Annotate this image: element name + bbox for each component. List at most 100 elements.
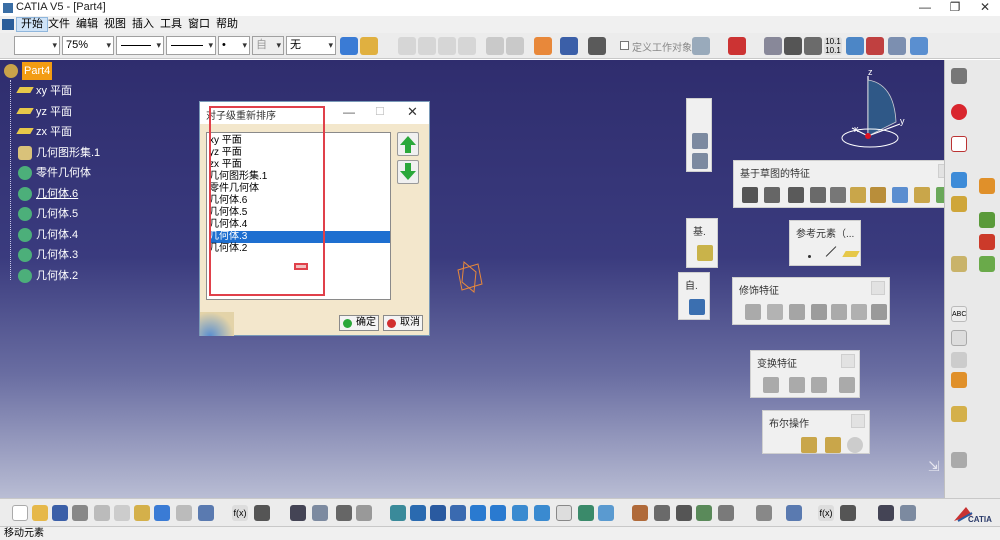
measure-between-icon[interactable] (951, 172, 967, 188)
restore-button[interactable]: ❐ (940, 0, 970, 16)
whats-this-icon[interactable] (198, 505, 214, 521)
erase-icon[interactable] (458, 37, 476, 55)
line-type-combo[interactable]: ▾ (116, 36, 164, 55)
undo-arc-icon[interactable] (418, 37, 436, 55)
env-icon[interactable] (696, 505, 712, 521)
hole-icon[interactable] (830, 187, 846, 203)
help-icon[interactable] (556, 505, 572, 521)
shell-icon[interactable] (811, 304, 827, 320)
pdf-icon[interactable] (951, 136, 967, 152)
slot-icon[interactable] (870, 187, 886, 203)
pad-icon[interactable] (742, 187, 758, 203)
comment-icon[interactable] (254, 505, 270, 521)
fit-all-icon[interactable] (410, 505, 426, 521)
zoom-combo[interactable]: 75% ▾ (62, 36, 114, 55)
part-design-icon[interactable] (534, 37, 552, 55)
move-down-button[interactable] (397, 160, 419, 184)
redo-icon[interactable] (176, 505, 192, 521)
copy-icon[interactable] (114, 505, 130, 521)
table-b-icon[interactable] (878, 505, 894, 521)
wrench-icon[interactable] (951, 452, 967, 468)
compass-icon[interactable]: z y x (838, 66, 918, 156)
translation-icon[interactable] (763, 377, 779, 393)
tree-icon[interactable] (312, 505, 328, 521)
pocket-icon[interactable] (764, 187, 780, 203)
fly-icon[interactable] (390, 505, 406, 521)
catalog-icon[interactable] (560, 37, 578, 55)
panel-close-button[interactable] (871, 281, 885, 295)
swap-icon[interactable] (598, 505, 614, 521)
scaling-icon[interactable] (839, 377, 855, 393)
formula-icon[interactable]: f(x) (232, 505, 248, 521)
minimize-button[interactable]: — (910, 0, 940, 16)
cancel-button[interactable]: 取消 (383, 315, 423, 331)
chamfer-icon[interactable] (767, 304, 783, 320)
text-icon[interactable] (356, 505, 372, 521)
thickness-icon[interactable] (831, 304, 847, 320)
stiffener-icon[interactable] (892, 187, 908, 203)
groove-icon[interactable] (810, 187, 826, 203)
draft-icon[interactable] (789, 304, 805, 320)
dialog-close-button[interactable]: ✕ (407, 104, 418, 120)
move-up-button[interactable] (397, 132, 419, 156)
undo-icon[interactable] (154, 505, 170, 521)
eraser-icon[interactable] (910, 37, 928, 55)
whats-this-b-icon[interactable] (786, 505, 802, 521)
rib-icon[interactable] (850, 187, 866, 203)
positioned-sketch-icon[interactable] (692, 153, 708, 169)
point-icon[interactable] (808, 255, 811, 258)
menu-file[interactable]: 文件 (44, 17, 74, 32)
new-icon[interactable] (12, 505, 28, 521)
bom-icon[interactable] (336, 505, 352, 521)
open-icon[interactable] (32, 505, 48, 521)
pan-icon[interactable] (430, 505, 446, 521)
law-icon[interactable] (951, 256, 967, 272)
units-icon[interactable]: 10.1 10.1 (824, 37, 842, 55)
settings-gear-icon[interactable] (951, 68, 967, 84)
auto-combo[interactable]: 自 ▾ (252, 36, 284, 55)
geometry-viewport[interactable]: Part4 xy 平面 yz 平面 zx 平面 几何图形集.1 零件几何体 几何… (0, 60, 957, 498)
solid-b-icon[interactable] (506, 37, 524, 55)
view-icon[interactable] (951, 330, 967, 346)
green-box-icon[interactable] (979, 212, 995, 228)
line-icon[interactable] (825, 246, 837, 257)
add-icon[interactable] (825, 437, 841, 453)
menu-edit[interactable]: 编辑 (72, 17, 102, 32)
cut-icon[interactable] (94, 505, 110, 521)
assemble-icon[interactable] (801, 437, 817, 453)
menu-help[interactable]: 帮助 (212, 17, 242, 32)
iso-view-icon[interactable] (534, 505, 550, 521)
shading-icon[interactable] (676, 505, 692, 521)
render-icon[interactable] (979, 178, 995, 194)
apply-material-icon[interactable] (951, 196, 967, 212)
remove-icon[interactable] (847, 437, 863, 453)
loft-icon[interactable] (914, 187, 930, 203)
close-window-button[interactable]: ✕ (970, 0, 1000, 16)
comment-b-icon[interactable] (840, 505, 856, 521)
paste-icon[interactable] (134, 505, 150, 521)
axis-icon[interactable] (804, 37, 822, 55)
panel-close-button[interactable] (851, 414, 865, 428)
stop-icon[interactable] (951, 104, 967, 120)
measure-item-icon[interactable] (689, 299, 705, 315)
remove-face-icon[interactable] (871, 304, 887, 320)
rotate-view-icon[interactable] (450, 505, 466, 521)
point-combo[interactable]: • ▾ (218, 36, 250, 55)
color-combo[interactable]: ▾ (14, 36, 60, 55)
rotate-icon[interactable] (764, 37, 782, 55)
dialog-minimize-button[interactable]: — (343, 105, 355, 119)
table-icon[interactable] (290, 505, 306, 521)
repeat-icon[interactable] (756, 505, 772, 521)
zoom-in-icon[interactable] (470, 505, 486, 521)
dot-tool-icon[interactable] (398, 37, 416, 55)
plane-icon[interactable] (842, 251, 860, 257)
normal-view-icon[interactable] (512, 505, 528, 521)
tree-b-icon[interactable] (900, 505, 916, 521)
print-icon[interactable] (72, 505, 88, 521)
fillet-icon[interactable] (745, 304, 761, 320)
people-icon[interactable] (951, 406, 967, 422)
grid-icon[interactable] (846, 37, 864, 55)
constraint-box-icon[interactable] (979, 256, 995, 272)
clock-icon[interactable] (784, 37, 802, 55)
thread-icon[interactable] (851, 304, 867, 320)
